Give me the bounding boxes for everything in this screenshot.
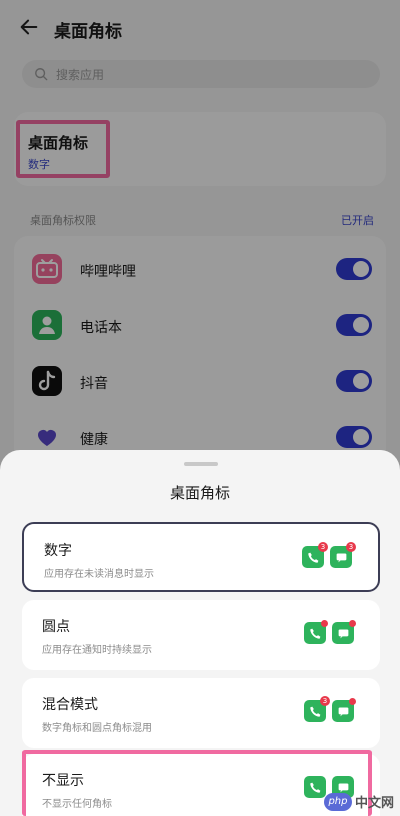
option-description: 应用存在未读消息时显示 bbox=[44, 569, 154, 580]
option-title: 混合模式 bbox=[42, 697, 98, 713]
phone-app-icon: 3 bbox=[302, 542, 328, 568]
dot-badge bbox=[349, 698, 356, 705]
option-mixed[interactable]: 混合模式 数字角标和圆点角标混用 3 bbox=[22, 678, 380, 748]
phone-app-icon bbox=[304, 620, 328, 644]
option-number[interactable]: 数字 应用存在未读消息时显示 3 3 bbox=[22, 522, 380, 592]
option-title: 圆点 bbox=[42, 619, 70, 635]
phone-app-icon: 3 bbox=[304, 696, 330, 722]
sheet-title: 桌面角标 bbox=[169, 484, 230, 502]
number-badge: 3 bbox=[346, 542, 356, 552]
option-dot[interactable]: 圆点 应用存在通知时持续显示 bbox=[22, 600, 380, 670]
dot-badge bbox=[321, 620, 328, 627]
php-logo: php bbox=[323, 792, 352, 811]
sheet-drag-handle[interactable] bbox=[184, 462, 218, 466]
message-app-icon: 3 bbox=[330, 542, 356, 568]
message-app-icon bbox=[332, 620, 356, 644]
watermark-text: 中文网 bbox=[354, 796, 394, 811]
option-description: 应用存在通知时持续显示 bbox=[42, 645, 152, 656]
highlight-box-option-none bbox=[22, 750, 372, 816]
option-title: 数字 bbox=[44, 543, 72, 559]
message-app-icon bbox=[332, 698, 356, 722]
option-description: 数字角标和圆点角标混用 bbox=[42, 723, 152, 734]
number-badge: 3 bbox=[320, 696, 330, 706]
number-badge: 3 bbox=[318, 542, 328, 552]
dot-badge bbox=[349, 620, 356, 627]
watermark: php 中文网 bbox=[323, 792, 394, 811]
